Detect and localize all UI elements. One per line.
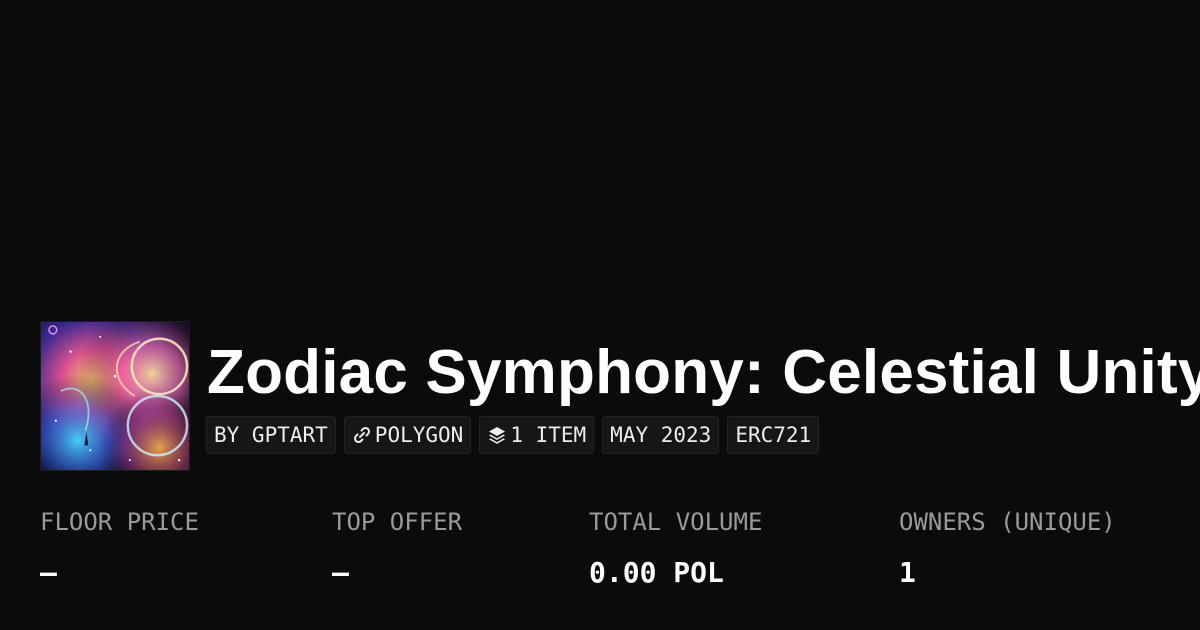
owners-label: OWNERS (UNIQUE) <box>899 508 1116 536</box>
date-tag: MAY 2023 <box>602 416 720 454</box>
chain-tag[interactable]: POLYGON <box>343 416 472 454</box>
creator-tag-label: BY GPTART <box>214 423 328 447</box>
chain-link-icon <box>353 426 370 444</box>
total-volume-value: 0.00 POL <box>589 556 724 589</box>
collection-share-card: Zodiac Symphony: Celestial Unity BY GPTA… <box>0 0 1200 630</box>
cosmic-artwork-image <box>41 322 189 470</box>
collection-title: Zodiac Symphony: Celestial Unity <box>207 338 1200 407</box>
total-volume-stat: TOTAL VOLUME 0.00 POL <box>589 505 762 591</box>
floor-price-label: FLOOR PRICE <box>40 508 199 536</box>
items-tag-label: 1 ITEM <box>510 423 587 447</box>
owners-stat: OWNERS (UNIQUE) 1 <box>899 505 1116 591</box>
floor-price-value: – <box>40 556 57 589</box>
layers-icon <box>489 427 506 444</box>
owners-value: 1 <box>899 556 916 589</box>
total-volume-label: TOTAL VOLUME <box>589 508 763 536</box>
top-offer-label: TOP OFFER <box>332 508 463 536</box>
date-tag-label: MAY 2023 <box>610 423 712 447</box>
top-offer-stat: TOP OFFER – <box>332 505 462 591</box>
floor-price-stat: FLOOR PRICE – <box>40 505 199 591</box>
chain-tag-label: POLYGON <box>374 423 464 447</box>
standard-tag: ERC721 <box>727 416 820 454</box>
top-offer-value: – <box>332 556 349 589</box>
collection-tags: BY GPTART POLYGON 1 ITEM MAY 2023 ERC721 <box>206 416 820 454</box>
standard-tag-label: ERC721 <box>735 423 812 447</box>
creator-tag[interactable]: BY GPTART <box>206 416 336 454</box>
collection-thumbnail <box>40 321 190 471</box>
items-tag[interactable]: 1 ITEM <box>479 416 595 454</box>
